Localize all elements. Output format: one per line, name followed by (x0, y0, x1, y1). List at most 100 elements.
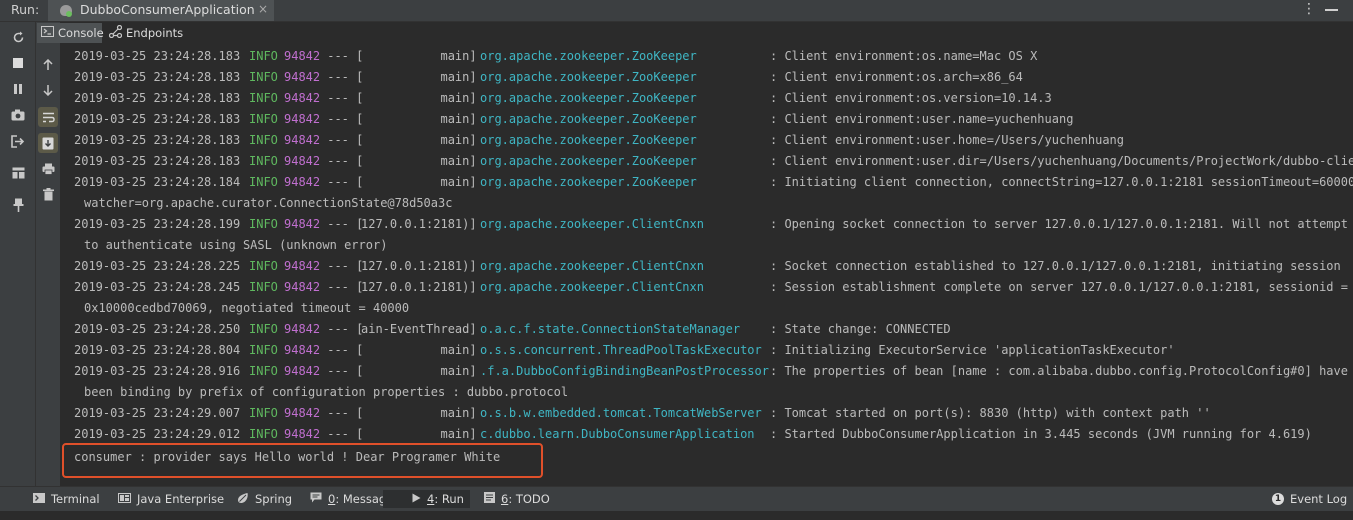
log-pid: 94842 (284, 112, 321, 126)
log-level: INFO (249, 406, 278, 420)
layout-icon[interactable] (10, 165, 26, 181)
tab-console[interactable]: Console (37, 23, 104, 43)
log-pid: 94842 (284, 175, 321, 189)
soft-wrap-icon[interactable] (38, 107, 58, 127)
stop-icon[interactable] (10, 55, 26, 71)
run-icon (391, 480, 421, 519)
log-timestamp: 2019-03-25 23:24:29.012 (74, 427, 241, 441)
log-line: 2019-03-25 23:24:29.007 INFO 94842 --- [ m… (74, 403, 1344, 424)
log-line: 2019-03-25 23:24:28.183 INFO 94842 --- [ m… (74, 88, 1344, 109)
log-timestamp: 2019-03-25 23:24:28.199 (74, 217, 241, 231)
run-label: Run: (11, 2, 40, 17)
log-line: 2019-03-25 23:24:28.183 INFO 94842 --- [ m… (74, 46, 1344, 67)
console-output[interactable]: consumer : provider says Hello world ! D… (62, 45, 1353, 485)
log-separator: --- [ (320, 70, 364, 84)
log-message: : State change: CONNECTED (770, 322, 951, 336)
log-level: INFO (249, 322, 278, 336)
pin-icon[interactable] (10, 197, 26, 213)
camera-icon[interactable] (10, 107, 26, 123)
hide-panel-icon[interactable] (1325, 9, 1338, 11)
log-separator: --- [ (320, 364, 364, 378)
log-thread: main] (361, 364, 477, 378)
log-separator: --- [ (320, 322, 364, 336)
spring-icon (216, 479, 249, 520)
rerun-icon[interactable] (10, 29, 26, 45)
log-thread: main] (361, 175, 477, 189)
log-line: 2019-03-25 23:24:28.183 INFO 94842 --- [ m… (74, 130, 1344, 151)
log-line-continuation: been binding by prefix of configuration … (84, 385, 569, 399)
tab-endpoints[interactable]: Endpoints (105, 23, 189, 43)
run-actions-toolbar (0, 22, 36, 486)
pause-icon[interactable] (10, 81, 26, 97)
log-level: INFO (249, 427, 278, 441)
print-icon[interactable] (40, 161, 56, 177)
log-thread: main] (361, 427, 477, 441)
log-level: INFO (249, 280, 278, 294)
tool-java-enterprise[interactable]: Java Enterprise (97, 490, 224, 508)
log-level: INFO (249, 217, 278, 231)
messages-icon (289, 479, 322, 519)
run-config-title: DubboConsumerApplication (80, 2, 255, 17)
exit-icon[interactable] (10, 133, 26, 149)
log-separator: --- [ (320, 427, 364, 441)
log-logger: o.s.b.w.embedded.tomcat.TomcatWebServer (480, 406, 762, 420)
log-timestamp: 2019-03-25 23:24:28.183 (74, 112, 241, 126)
log-line: 2019-03-25 23:24:28.183 INFO 94842 --- [ m… (74, 109, 1344, 130)
log-timestamp: 2019-03-25 23:24:28.250 (74, 322, 241, 336)
log-message: : Client environment:user.home=/Users/yu… (770, 133, 1125, 147)
tool-spring-label: Spring (254, 492, 293, 506)
console-icon (41, 26, 54, 40)
log-line: 2019-03-25 23:24:28.199 INFO 94842 --- [12… (74, 214, 1348, 235)
tool-spring[interactable]: Spring (216, 490, 292, 508)
log-pid: 94842 (284, 322, 321, 336)
tool-terminal[interactable]: Terminal (12, 490, 100, 508)
log-timestamp: 2019-03-25 23:24:28.183 (74, 49, 241, 63)
todo-icon (463, 479, 495, 519)
log-separator: --- [ (320, 280, 364, 294)
arrow-up-icon[interactable] (40, 57, 56, 73)
log-message: : Client environment:os.arch=x86_64 (770, 70, 1023, 84)
log-separator: --- [ (320, 259, 364, 273)
scroll-to-end-icon[interactable] (38, 133, 58, 153)
log-thread: main] (361, 133, 477, 147)
tool-event-log[interactable]: 1 Event Log (1272, 490, 1347, 508)
more-options-icon[interactable]: ⋮ (1302, 1, 1316, 17)
log-pid: 94842 (284, 91, 321, 105)
log-timestamp: 2019-03-25 23:24:28.183 (74, 154, 241, 168)
tool-run[interactable]: 4: Run (383, 490, 470, 508)
log-message: : Opening socket connection to server 12… (770, 217, 1348, 231)
tool-messages-number: 0 (327, 492, 336, 506)
tool-java-enterprise-label: Java Enterprise (136, 492, 225, 506)
arrow-down-icon[interactable] (40, 82, 56, 98)
log-line: 2019-03-25 23:24:28.804 INFO 94842 --- [ m… (74, 340, 1344, 361)
log-pid: 94842 (284, 70, 321, 84)
log-thread: main] (361, 112, 477, 126)
log-thread: 127.0.0.1:2181)] (361, 280, 477, 294)
run-toolbar: Run: DubboConsumerApplication × ⋮ (0, 0, 1353, 22)
tool-todo[interactable]: 6: TODO (463, 490, 550, 508)
log-pid: 94842 (284, 343, 321, 357)
log-level: INFO (249, 49, 278, 63)
log-thread: ain-EventThread] (361, 322, 477, 336)
log-line: 2019-03-25 23:24:28.250 INFO 94842 --- [ai… (74, 319, 1344, 340)
log-message: : The properties of bean [name : com.ali… (770, 364, 1348, 378)
log-separator: --- [ (320, 343, 364, 357)
tool-todo-number: 6 (500, 492, 509, 506)
log-pid: 94842 (284, 259, 321, 273)
log-message: : Socket connection established to 127.0… (770, 259, 1341, 273)
run-config-tab[interactable]: DubboConsumerApplication × (48, 0, 274, 21)
log-message: : Client environment:os.name=Mac OS X (770, 49, 1038, 63)
tool-terminal-label: Terminal (50, 492, 100, 506)
log-level: INFO (249, 154, 278, 168)
log-timestamp: 2019-03-25 23:24:28.183 (74, 133, 241, 147)
trash-icon[interactable] (40, 186, 56, 202)
log-separator: --- [ (320, 154, 364, 168)
log-line: 2019-03-25 23:24:28.183 INFO 94842 --- [ m… (74, 151, 1353, 172)
log-logger: org.apache.zookeeper.ZooKeeper (480, 112, 697, 126)
log-thread: main] (361, 70, 477, 84)
close-icon[interactable]: × (258, 2, 268, 16)
log-timestamp: 2019-03-25 23:24:28.183 (74, 70, 241, 84)
spring-boot-icon (60, 5, 72, 17)
console-actions-toolbar (36, 22, 60, 486)
log-line: 2019-03-25 23:24:28.245 INFO 94842 --- [12… (74, 277, 1348, 298)
